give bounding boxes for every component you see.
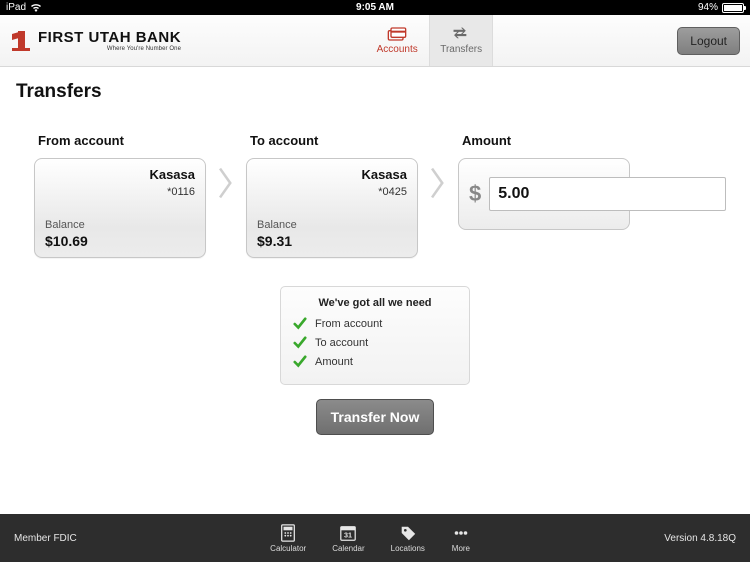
battery-percent: 94% bbox=[698, 2, 718, 13]
tool-label: Calculator bbox=[270, 544, 306, 553]
from-balance-label: Balance bbox=[45, 219, 195, 231]
from-account-name: Kasasa bbox=[45, 167, 195, 182]
summary-item-from: From account bbox=[293, 317, 457, 331]
brand-logo: FIRST UTAH BANK Where You're Number One bbox=[10, 15, 181, 66]
ios-status-bar: iPad 9:05 AM 94% bbox=[0, 0, 750, 15]
calendar-icon: 31 bbox=[338, 524, 358, 542]
summary-panel: We've got all we need From account To ac… bbox=[280, 286, 470, 385]
from-account-mask: *0116 bbox=[45, 186, 195, 198]
tool-label: Calendar bbox=[332, 544, 364, 553]
transfer-arrows-icon bbox=[450, 26, 472, 42]
from-account-card[interactable]: Kasasa *0116 Balance $10.69 bbox=[34, 158, 206, 258]
device-label: iPad bbox=[6, 2, 26, 13]
currency-symbol: $ bbox=[469, 181, 481, 207]
tag-icon bbox=[398, 524, 418, 542]
version-label: Version 4.8.18Q bbox=[664, 533, 736, 544]
to-label: To account bbox=[250, 133, 418, 148]
wifi-icon bbox=[30, 3, 42, 12]
battery-icon bbox=[722, 3, 744, 13]
cards-icon bbox=[386, 26, 408, 42]
tab-transfers-label: Transfers bbox=[440, 44, 482, 55]
from-label: From account bbox=[38, 133, 206, 148]
amount-card: $ bbox=[458, 158, 630, 230]
to-account-name: Kasasa bbox=[257, 167, 407, 182]
summary-item-label: Amount bbox=[315, 356, 353, 368]
to-balance-label: Balance bbox=[257, 219, 407, 231]
bottom-toolbar: Member FDIC Calculator 31 Calendar Locat… bbox=[0, 514, 750, 562]
brand-mark-icon bbox=[10, 31, 34, 51]
tool-calendar[interactable]: 31 Calendar bbox=[332, 524, 364, 553]
tool-more[interactable]: More bbox=[451, 524, 471, 553]
transfer-row: From account Kasasa *0116 Balance $10.69… bbox=[16, 133, 734, 258]
summary-item-label: To account bbox=[315, 337, 368, 349]
page-transfers: Transfers From account Kasasa *0116 Bala… bbox=[0, 67, 750, 514]
check-icon bbox=[293, 336, 307, 350]
tool-label: Locations bbox=[391, 544, 425, 553]
brand-tagline: Where You're Number One bbox=[38, 46, 181, 52]
tab-accounts-label: Accounts bbox=[377, 44, 418, 55]
summary-item-amount: Amount bbox=[293, 355, 457, 369]
tool-calculator[interactable]: Calculator bbox=[270, 524, 306, 553]
check-icon bbox=[293, 317, 307, 331]
clock: 9:05 AM bbox=[356, 2, 394, 13]
svg-text:31: 31 bbox=[344, 530, 352, 539]
app-header: FIRST UTAH BANK Where You're Number One … bbox=[0, 15, 750, 67]
more-dots-icon bbox=[451, 524, 471, 542]
to-account-mask: *0425 bbox=[257, 186, 407, 198]
tool-locations[interactable]: Locations bbox=[391, 524, 425, 553]
tab-transfers[interactable]: Transfers bbox=[429, 15, 493, 66]
logout-button[interactable]: Logout bbox=[677, 27, 740, 55]
tab-accounts[interactable]: Accounts bbox=[365, 15, 429, 66]
from-balance: $10.69 bbox=[45, 233, 195, 249]
summary-heading: We've got all we need bbox=[293, 297, 457, 309]
brand-name: FIRST UTAH BANK bbox=[38, 30, 181, 45]
summary-item-to: To account bbox=[293, 336, 457, 350]
amount-input[interactable] bbox=[489, 177, 726, 211]
amount-label: Amount bbox=[462, 133, 630, 148]
calculator-icon bbox=[278, 524, 298, 542]
chevron-right-icon bbox=[214, 133, 238, 233]
check-icon bbox=[293, 355, 307, 369]
tool-label: More bbox=[452, 544, 470, 553]
fdic-label: Member FDIC bbox=[14, 533, 77, 544]
transfer-now-button[interactable]: Transfer Now bbox=[316, 399, 435, 435]
primary-tabs: Accounts Transfers bbox=[365, 15, 493, 66]
chevron-right-icon bbox=[426, 133, 450, 233]
page-title: Transfers bbox=[16, 81, 734, 103]
to-balance: $9.31 bbox=[257, 233, 407, 249]
summary-item-label: From account bbox=[315, 318, 382, 330]
to-account-card[interactable]: Kasasa *0425 Balance $9.31 bbox=[246, 158, 418, 258]
